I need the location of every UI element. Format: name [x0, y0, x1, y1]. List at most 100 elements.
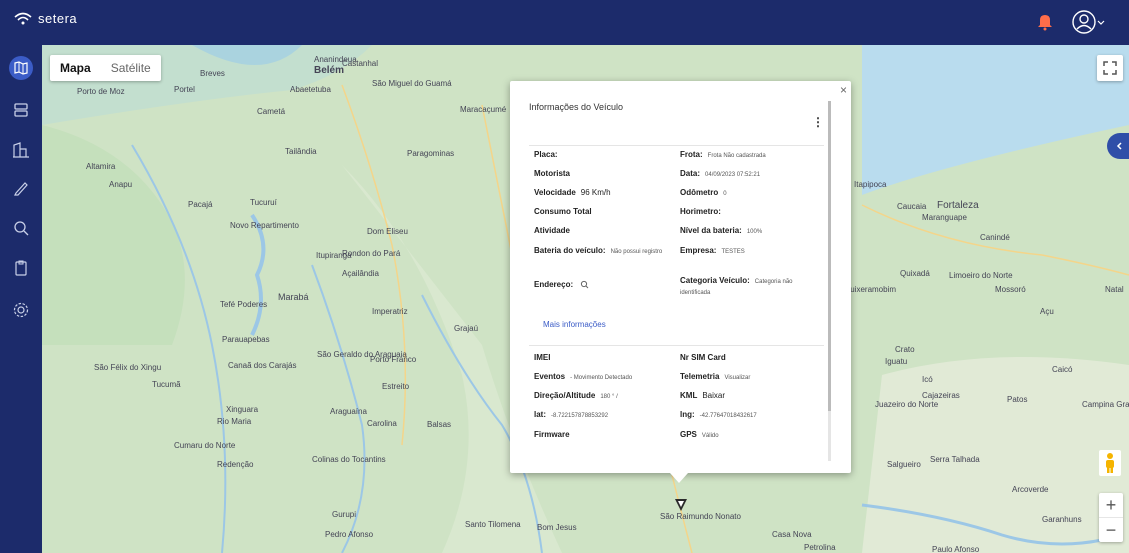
- vehicle-marker-icon[interactable]: [674, 497, 688, 513]
- field-kml: KML Baixar: [680, 391, 726, 400]
- field-direcao: Direção/Altitude 180 ° /: [534, 391, 618, 400]
- field-eventos: Eventos - Movimento Detectado: [534, 372, 633, 381]
- close-icon[interactable]: ×: [840, 83, 847, 97]
- field-horimetro: Horimetro:: [680, 207, 721, 216]
- map-label: Altamira: [86, 162, 116, 171]
- sidebar-item-draw[interactable]: [8, 175, 34, 201]
- field-velocidade: Velocidade 96 Km/h: [534, 188, 611, 197]
- map-label: Gurupi: [332, 510, 357, 519]
- kml-download-link[interactable]: Baixar: [702, 391, 725, 400]
- street-view-pegman[interactable]: [1099, 450, 1121, 476]
- brand[interactable]: setera: [14, 11, 77, 26]
- popup-tail: [670, 473, 688, 483]
- field-categoria: Categoria Veículo: Categoria não identifi…: [680, 276, 793, 296]
- map-label: Balsas: [427, 420, 452, 429]
- sidebar-item-search[interactable]: [8, 215, 34, 241]
- zoom-out-button[interactable]: −: [1099, 517, 1123, 542]
- list-icon: [14, 103, 28, 117]
- field-simcard: Nr SIM Card: [680, 353, 726, 362]
- map-label: Belém: [314, 65, 345, 76]
- map-label: Novo Repartimento: [230, 221, 299, 230]
- pegman-icon: [1106, 453, 1114, 473]
- map-label: Cajazeiras: [922, 391, 960, 400]
- map-label: Tucuruí: [250, 198, 277, 207]
- map-label: Caucaia: [897, 202, 927, 211]
- map-label: Canindé: [980, 233, 1010, 242]
- map-label: Canaã dos Carajás: [228, 361, 297, 370]
- telemetria-link[interactable]: Visualizar: [724, 375, 750, 381]
- map-label: Açailândia: [342, 269, 379, 278]
- sidebar-item-buildings[interactable]: [8, 137, 34, 163]
- map-label: São Félix do Xingu: [94, 363, 162, 372]
- map-type-control: Mapa Satélite: [50, 55, 161, 81]
- map-label: Xinguara: [226, 405, 259, 414]
- fullscreen-button[interactable]: [1097, 55, 1123, 81]
- more-options-icon[interactable]: ⋮: [812, 115, 824, 129]
- map-label: Santo Tilomena: [465, 520, 521, 529]
- map-label: Campina Grande: [1082, 400, 1129, 409]
- sidebar-item-list[interactable]: [8, 97, 34, 123]
- top-bar: setera: [0, 0, 1129, 45]
- field-lat: lat: -8.722157878853292: [534, 410, 609, 419]
- map-label: Arcoverde: [1012, 485, 1049, 494]
- field-bateria-veiculo: Bateria do veículo: Não possui registro: [534, 246, 663, 255]
- map-label: Redenção: [217, 460, 254, 469]
- sidebar-item-settings[interactable]: [8, 297, 34, 323]
- wifi-icon: [14, 12, 32, 24]
- map-label: Petrolina: [804, 543, 836, 552]
- map-label: Portel: [174, 85, 195, 94]
- field-endereco: Endereço:: [534, 280, 589, 290]
- vehicle-info-popup: × Informações do Veículo ⋮ Placa: Frota:…: [510, 81, 851, 473]
- field-gps: GPS Válido: [680, 430, 719, 439]
- fullscreen-icon: [1103, 61, 1117, 75]
- map-label: Quixeramobim: [844, 285, 897, 294]
- map-label: Icó: [922, 375, 933, 384]
- map-label: Salgueiro: [887, 460, 921, 469]
- map-label: Rio Maria: [217, 417, 252, 426]
- map-label: Crato: [895, 345, 915, 354]
- collapse-panel-button[interactable]: [1107, 133, 1129, 159]
- gear-icon: [13, 302, 29, 318]
- zoom-in-button[interactable]: +: [1099, 493, 1123, 517]
- map-label: Casa Nova: [772, 530, 812, 539]
- map-label: Maracaçumé: [460, 105, 507, 114]
- map-label: Maranguape: [922, 213, 967, 222]
- map-label: Cumaru do Norte: [174, 441, 236, 450]
- buildings-icon: [13, 142, 29, 158]
- popup-scrollbar[interactable]: [828, 101, 831, 461]
- map-label: Rondon do Pará: [342, 249, 401, 258]
- map-label: Carolina: [367, 419, 397, 428]
- bell-icon[interactable]: [1037, 13, 1053, 31]
- map-label: Tucumã: [152, 380, 181, 389]
- field-frota: Frota: Frota Não cadastrada: [680, 150, 766, 159]
- user-avatar-icon[interactable]: [1071, 9, 1107, 35]
- map-label: Dom Eliseu: [367, 227, 408, 236]
- map-label: Serra Talhada: [930, 455, 980, 464]
- field-firmware: Firmware: [534, 430, 570, 439]
- map-icon: [9, 56, 33, 80]
- sidebar-item-map[interactable]: [8, 55, 34, 81]
- map-label: Anapu: [109, 180, 133, 189]
- map-label: Marabá: [278, 292, 309, 302]
- search-icon[interactable]: [580, 280, 589, 289]
- map-label: Patos: [1007, 395, 1028, 404]
- map-label: Garanhuns: [1042, 515, 1082, 524]
- map-type-map-button[interactable]: Mapa: [50, 55, 101, 81]
- field-motorista: Motorista: [534, 169, 570, 178]
- field-imei: IMEI: [534, 353, 551, 362]
- field-telemetria: Telemetria Visualizar: [680, 372, 751, 381]
- more-info-link[interactable]: Mais informações: [543, 320, 606, 329]
- map-label: Castanhal: [342, 59, 379, 68]
- map-label: Tefé Poderes: [220, 300, 268, 309]
- map-label: Itapipoca: [854, 180, 887, 189]
- map-type-satellite-button[interactable]: Satélite: [101, 55, 161, 81]
- map-label: Parauapebas: [222, 335, 270, 344]
- field-placa: Placa:: [534, 150, 558, 159]
- map-label: Grajaú: [454, 324, 479, 333]
- map-label: Imperatriz: [372, 307, 408, 316]
- map-label: Mossoró: [995, 285, 1026, 294]
- sidebar-item-reports[interactable]: [8, 255, 34, 281]
- map-label: Cametá: [257, 107, 286, 116]
- clipboard-icon: [15, 260, 27, 276]
- map-label: Abaetetuba: [290, 85, 331, 94]
